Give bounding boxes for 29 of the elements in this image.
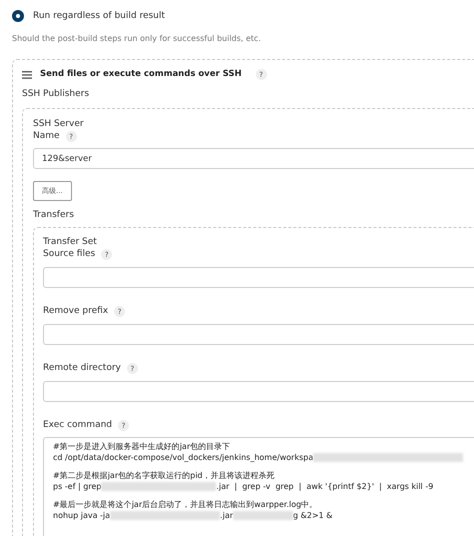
help-text: Should the post-build steps run only for successful builds, etc.: [12, 33, 262, 44]
code-text: nohup java -ja: [53, 510, 110, 521]
name-field[interactable]: 129&server: [33, 148, 474, 169]
section-label: SSH Publishers: [22, 89, 90, 100]
drag-handle-icon[interactable]: [22, 70, 32, 78]
text-field[interactable]: [43, 381, 474, 402]
text-field[interactable]: [43, 324, 474, 345]
field-label: Name: [33, 131, 60, 142]
command-textarea[interactable]: [43, 437, 474, 536]
transfer-set-heading: Transfer Set: [43, 237, 98, 248]
field-label: Remove prefix: [43, 306, 108, 317]
code-text: cd /opt/data/docker-compose/vol_dockers/jenkins_home/workspa: [53, 452, 314, 463]
section-label: Transfers: [33, 210, 75, 221]
code-text: #第二步是根据jar包的名字获取运行的pid，并且将该进程杀死: [53, 470, 274, 481]
code-text: #最后一步就是将这个jar后台启动了，并且将日志输出到warpper.log中。: [53, 499, 318, 510]
redaction-blur: [233, 511, 294, 520]
field-label: Exec command: [43, 420, 112, 431]
code-text: g &2>1 &: [293, 510, 333, 521]
section-title: Send files or execute commands over SSH: [40, 69, 242, 80]
server-heading: SSH Server: [33, 119, 85, 130]
radio-button[interactable]: [12, 10, 24, 22]
code-text: #第一步是进入到服务器中生成好的jar包的目录下: [53, 441, 230, 452]
code-text: ps -ef | grep: [53, 481, 102, 492]
radio-label: Run regardless of build result: [33, 10, 165, 22]
field-label: Remote directory: [43, 363, 121, 374]
text-field[interactable]: [43, 267, 474, 288]
field-label: Source files: [43, 249, 96, 260]
code-text: .jar: [220, 510, 234, 521]
code-text: .jar | grep -v grep | awk '{printf $2}' | xargs kill -9: [216, 481, 434, 492]
